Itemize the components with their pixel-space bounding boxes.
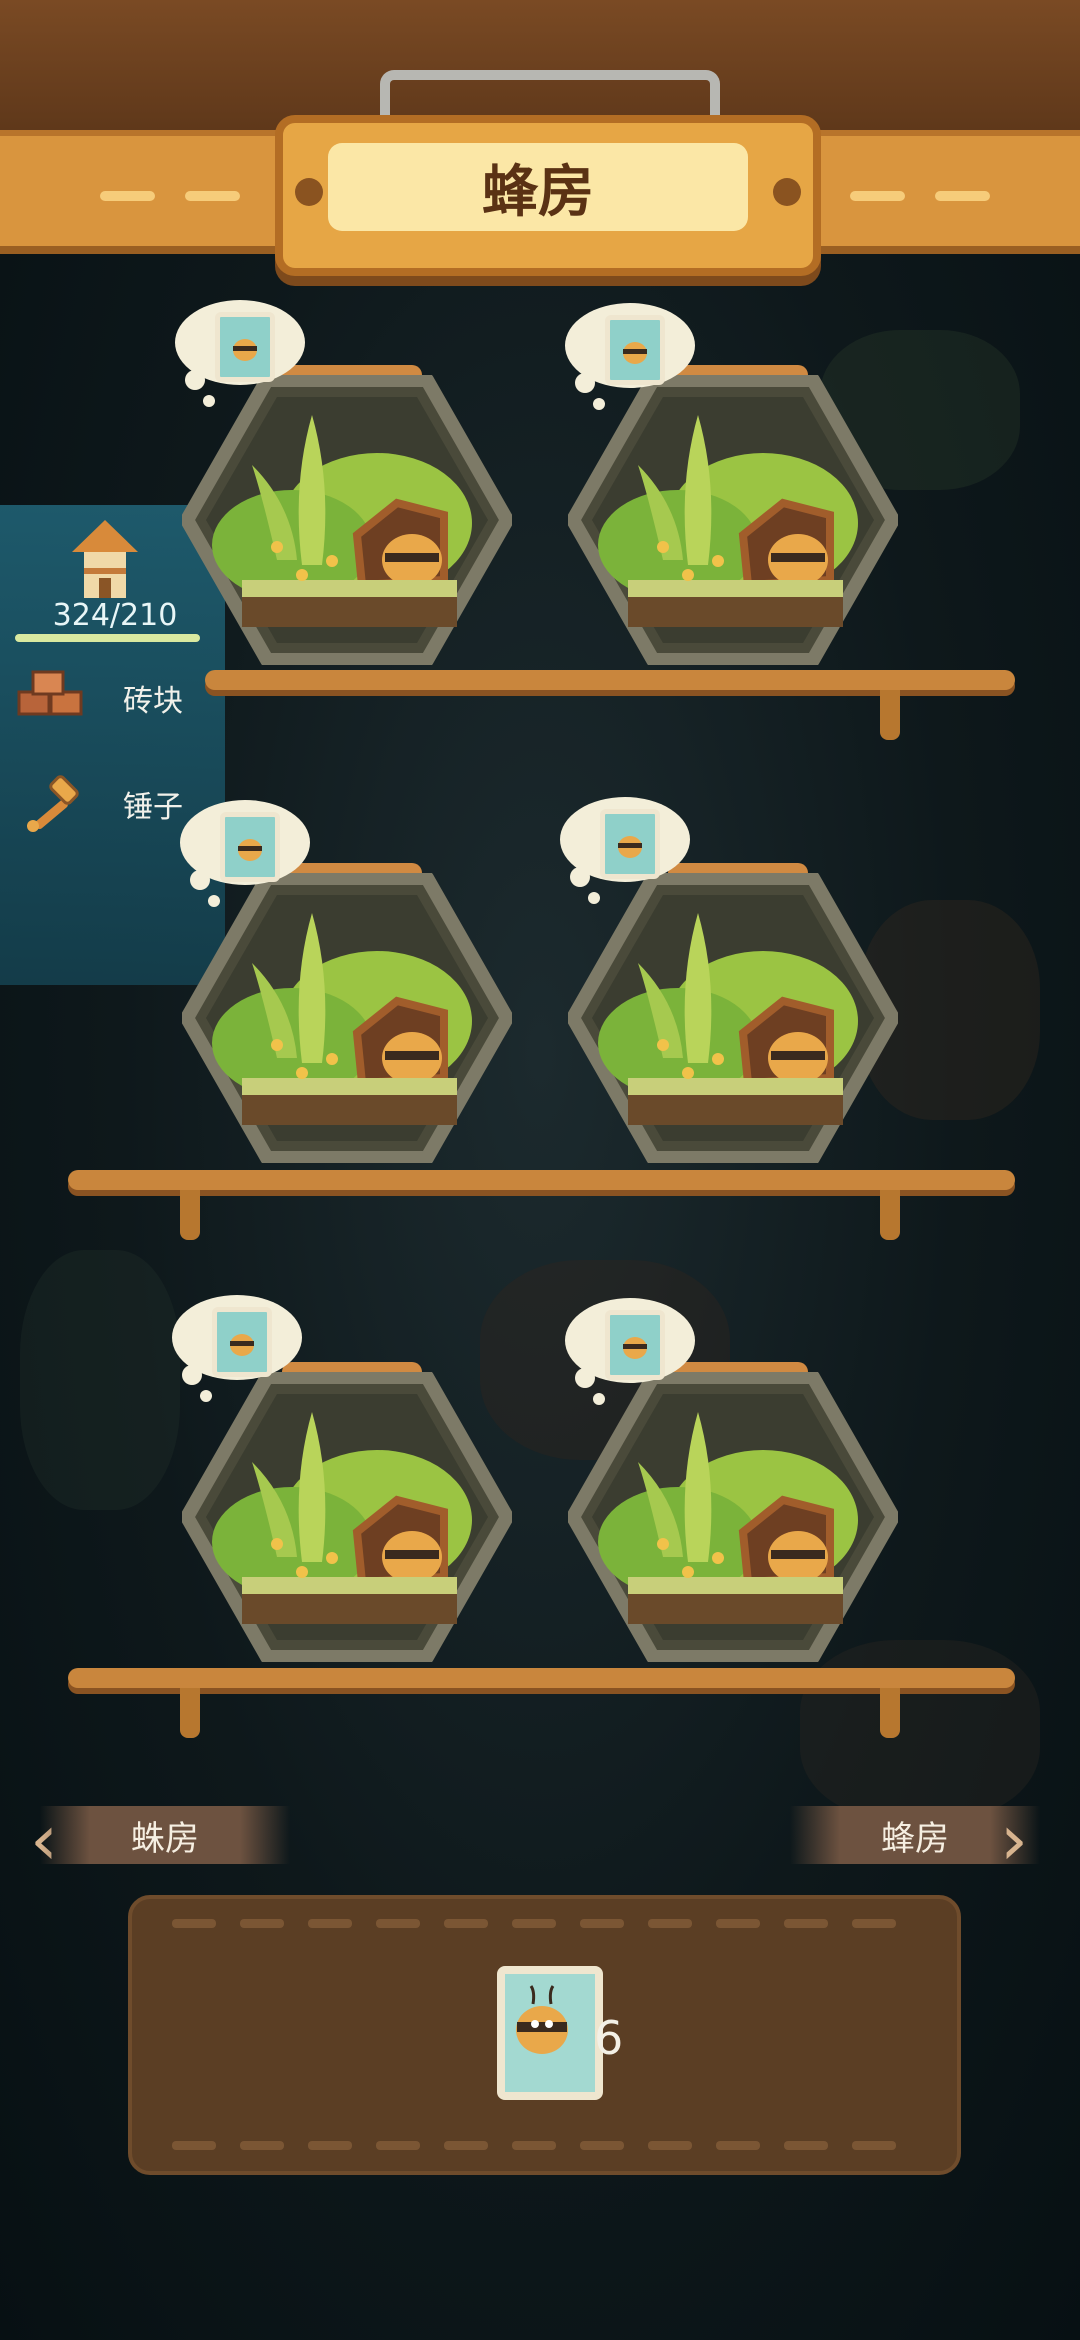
inventory-tray: 6 <box>128 1895 961 2175</box>
tray-stitch <box>308 2141 352 2150</box>
tray-stitch <box>444 2141 488 2150</box>
background-scenery <box>800 1640 1040 1820</box>
chevron-right-icon[interactable]: › <box>1000 1805 1028 1875</box>
thought-dot <box>200 1390 212 1402</box>
bee-card-icon <box>600 809 660 879</box>
thought-dot <box>203 395 215 407</box>
thought-bubble-1[interactable] <box>175 300 305 407</box>
tray-stitch <box>648 2141 692 2150</box>
tray-stitch <box>240 1919 284 1928</box>
terrarium-jar-2[interactable] <box>568 365 898 665</box>
bolt-icon <box>295 178 323 206</box>
tray-stitch <box>716 2141 760 2150</box>
bee-icon <box>516 1985 568 2054</box>
bolt-icon <box>773 178 801 206</box>
tray-stitch <box>716 1919 760 1928</box>
item-count: 6 <box>594 2011 624 2065</box>
thought-bubble-3[interactable] <box>180 800 310 907</box>
hammer-icon <box>27 775 79 832</box>
tray-stitch <box>784 1919 828 1928</box>
thought-dot <box>593 398 605 410</box>
bee-card-icon <box>605 315 665 385</box>
background-scenery <box>20 1250 180 1510</box>
tray-stitch <box>308 1919 352 1928</box>
tray-stitch <box>852 2141 896 2150</box>
thought-bubble-6[interactable] <box>565 1298 695 1405</box>
tray-stitch <box>172 1919 216 1928</box>
thought-bubble-2[interactable] <box>565 303 695 410</box>
tray-stitch <box>376 2141 420 2150</box>
thought-dot <box>588 892 600 904</box>
terrarium-jar-3[interactable] <box>182 863 512 1163</box>
thought-dot <box>190 870 210 890</box>
title-plaque: 蜂房 <box>275 115 821 276</box>
shelf-2 <box>68 1170 1015 1190</box>
tray-stitch <box>580 2141 624 2150</box>
tray-stitch <box>376 1919 420 1928</box>
thought-dot <box>575 1368 595 1388</box>
tray-stitch <box>240 2141 284 2150</box>
brick-icon <box>17 670 83 716</box>
tray-stitch <box>444 1919 488 1928</box>
terrarium-jar-5[interactable] <box>182 1362 512 1662</box>
thought-dot <box>208 895 220 907</box>
tray-stitch <box>512 1919 556 1928</box>
prev-room-button[interactable]: 蛛房 <box>40 1806 290 1864</box>
tray-stitch <box>512 2141 556 2150</box>
page-title: 蜂房 <box>328 143 748 231</box>
shelf-1 <box>205 670 1015 690</box>
tray-stitch <box>580 1919 624 1928</box>
resource-label-bricks: 砖块 <box>123 684 183 719</box>
bee-card-icon <box>215 312 275 382</box>
resource-label-hammer: 锤子 <box>123 790 183 825</box>
terrarium-jar-4[interactable] <box>568 863 898 1163</box>
thought-dot <box>575 373 595 393</box>
terrarium-jar-6[interactable] <box>568 1362 898 1662</box>
thought-dot <box>593 1393 605 1405</box>
bee-card-icon <box>605 1310 665 1380</box>
tray-stitch <box>172 2141 216 2150</box>
bee-card-icon <box>220 812 280 882</box>
tray-stitch <box>648 1919 692 1928</box>
thought-bubble-4[interactable] <box>560 797 690 904</box>
thought-bubble-5[interactable] <box>172 1295 302 1402</box>
bee-seed-pack-icon[interactable] <box>497 1966 603 2100</box>
resource-item-bricks[interactable]: 砖块 <box>15 668 215 728</box>
bee-card-icon <box>212 1307 272 1377</box>
tower-icon <box>72 520 138 598</box>
capacity-bar <box>15 634 200 642</box>
tray-stitch <box>852 1919 896 1928</box>
tray-stitch <box>784 2141 828 2150</box>
shelf-3 <box>68 1668 1015 1688</box>
thought-dot <box>570 867 590 887</box>
thought-dot <box>185 370 205 390</box>
terrarium-jar-1[interactable] <box>182 365 512 665</box>
thought-dot <box>182 1365 202 1385</box>
